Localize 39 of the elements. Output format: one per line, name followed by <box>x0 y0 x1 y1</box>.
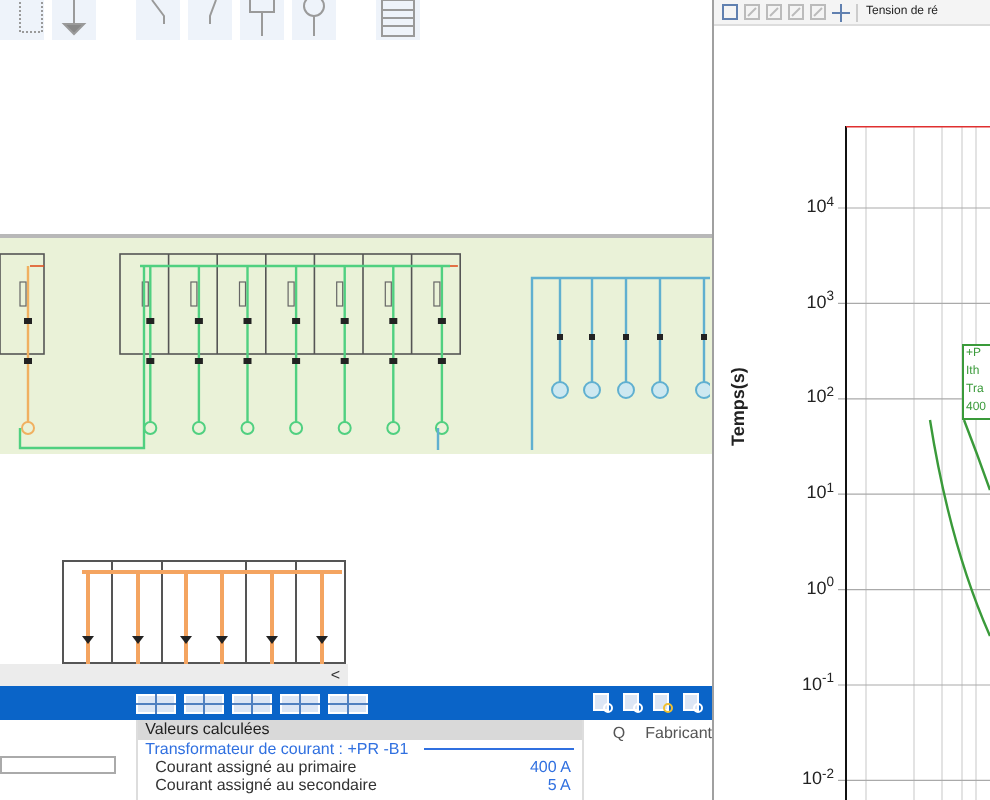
grid-search-icon[interactable] <box>592 692 614 714</box>
grid-search-icon[interactable] <box>622 692 644 714</box>
table-icon[interactable] <box>136 693 176 713</box>
tick-label: 10$^{4}$ <box>806 198 834 216</box>
horizontal-scrollbar[interactable]: < <box>0 664 348 686</box>
switch-icon[interactable] <box>188 0 232 40</box>
tick-label: 10$^{3}$ <box>806 293 834 312</box>
property-value: 5 A <box>547 777 571 793</box>
column-header: Q <box>612 726 626 746</box>
table-icon[interactable] <box>232 693 272 713</box>
column-header: Fabricant <box>645 726 712 746</box>
zoom-icon[interactable] <box>788 4 804 20</box>
square-icon[interactable] <box>722 4 738 20</box>
rectangle-icon[interactable] <box>0 0 44 40</box>
tick-label: 10$^{1}$ <box>806 484 834 503</box>
tick-label: 10$^{-1}$ <box>801 675 834 693</box>
grid-search-icon[interactable] <box>682 692 704 714</box>
tick-label: 10$^{0}$ <box>806 579 834 598</box>
group-heading[interactable]: Transformateur de courant : +PR -B1 <box>145 741 409 757</box>
property-value: 400 A <box>529 759 571 775</box>
input-field[interactable] <box>0 756 116 774</box>
column-header: Valeurs calculées <box>137 720 583 740</box>
property-label: Courant assigné au secondaire <box>155 777 377 793</box>
table-icon[interactable] <box>328 693 368 713</box>
switch-icon[interactable] <box>136 0 180 40</box>
zoom-icon[interactable] <box>810 4 826 20</box>
scroll-left-button[interactable]: < <box>330 667 340 683</box>
tick-label: 10$^{-2}$ <box>801 770 834 789</box>
box-icon[interactable] <box>240 0 284 40</box>
table-icon[interactable] <box>280 693 320 713</box>
list-icon[interactable] <box>376 0 420 40</box>
zoom-icon[interactable] <box>766 4 782 20</box>
zoom-icon[interactable] <box>744 4 760 20</box>
axis-title: Temps(s) <box>726 367 750 446</box>
tick-label: 10$^{2}$ <box>806 388 834 407</box>
table-icon[interactable] <box>184 693 224 713</box>
grid-search-icon[interactable] <box>652 692 674 714</box>
move-icon[interactable] <box>832 3 850 21</box>
property-label: Courant assigné au primaire <box>155 759 357 775</box>
